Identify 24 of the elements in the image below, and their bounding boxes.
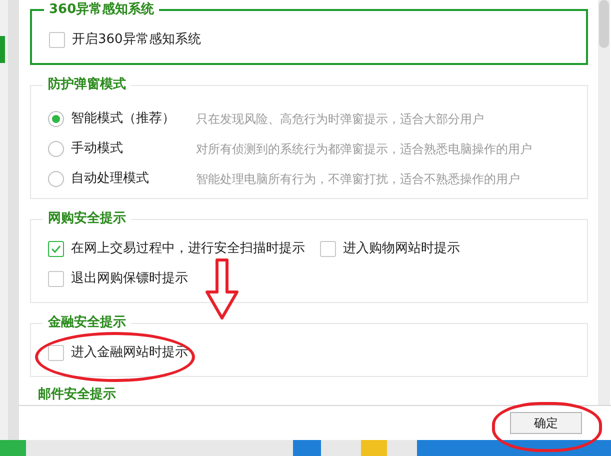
checkbox[interactable]: [49, 32, 65, 48]
radio-label: 自动处理模式: [71, 170, 150, 188]
checkbox[interactable]: [48, 345, 64, 361]
section-title: 邮件安全提示: [38, 387, 116, 402]
tab-marker: [0, 36, 5, 63]
checkbox-label: 在网上交易过程中，进行安全扫描时提示: [71, 240, 305, 258]
checkbox[interactable]: [320, 241, 336, 257]
radio-label: 智能模式（推荐）: [71, 110, 176, 128]
checkbox[interactable]: [48, 271, 64, 287]
radio-button[interactable]: [48, 171, 64, 187]
radio-label: 手动模式: [71, 140, 124, 158]
checkmark-icon: [51, 245, 61, 253]
checkbox[interactable]: [48, 241, 64, 257]
checkbox-label: 进入购物网站时提示: [343, 240, 460, 258]
radio-button[interactable]: [48, 141, 64, 157]
checkbox-label: 开启360异常感知系统: [72, 31, 201, 50]
mode-description: 只在发现风险、高危行为时弹窗提示，适合大部分用户: [196, 111, 484, 128]
scrollbar[interactable]: [598, 0, 610, 405]
mode-description: 对所有侦测到的系统行为都弹窗提示，适合熟悉电脑操作的用户: [196, 141, 532, 158]
checkbox-label: 退出网购保镖时提示: [71, 270, 188, 288]
radio-button[interactable]: [48, 111, 64, 127]
ok-button[interactable]: 确定: [510, 412, 582, 434]
annotation-arrow: [205, 258, 239, 320]
mode-description: 智能处理电脑所有行为，不弹窗打扰，适合不熟悉操作的用户: [196, 171, 520, 188]
